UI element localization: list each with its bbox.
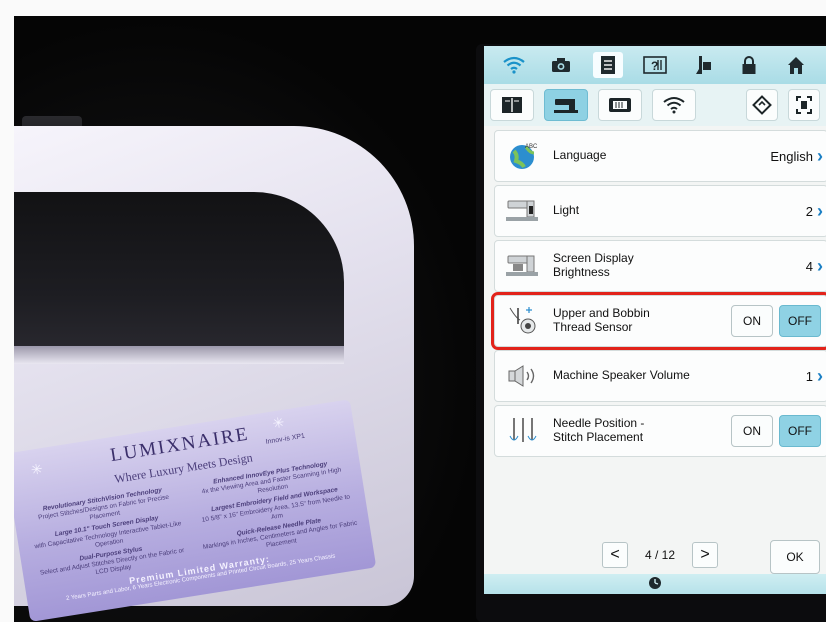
fullscreen-icon[interactable] <box>788 89 820 121</box>
settings-row-label: Machine Speaker Volume <box>553 368 690 383</box>
settings-row-value: 4 <box>805 258 813 274</box>
tab-embroidery-frame-icon[interactable] <box>598 89 642 121</box>
toggle-on-button[interactable]: ON <box>731 415 773 447</box>
svg-text:?: ? <box>651 59 658 73</box>
status-footer <box>484 574 826 594</box>
clock-icon[interactable] <box>648 576 662 593</box>
settings-row-label: Needle Position - Stitch Placement <box>553 416 645 444</box>
pager: < 4 / 12 > <box>602 542 718 568</box>
camera-icon[interactable] <box>546 52 576 78</box>
rotate-icon[interactable] <box>746 89 778 121</box>
next-page-button[interactable]: > <box>692 542 718 568</box>
tab-wifi-icon[interactable] <box>652 89 696 121</box>
speaker-icon <box>503 359 543 393</box>
settings-row[interactable]: ABC Language English › <box>494 130 826 182</box>
settings-row-label: Upper and Bobbin Thread Sensor <box>553 306 650 334</box>
chevron-right-icon[interactable]: › <box>817 366 823 387</box>
settings-row[interactable]: Machine Speaker Volume 1 › <box>494 350 826 402</box>
settings-list: ABC Language English › Light 2 › Screen Display… <box>491 130 826 460</box>
settings-row[interactable]: Light 2 › <box>494 185 826 237</box>
machine-light-icon <box>503 194 543 228</box>
thread-sensor-icon <box>503 304 543 338</box>
chevron-right-icon[interactable]: › <box>817 256 823 277</box>
touch-screen: ? ABC Language English › Light 2 › Scree… <box>484 46 826 594</box>
page-indicator: 4 / 12 <box>644 548 676 562</box>
chevron-right-icon[interactable]: › <box>817 146 823 167</box>
settings-tab-row <box>484 84 826 126</box>
sparkle-icon: ✳ <box>29 460 44 478</box>
machine-screen-icon <box>503 249 543 283</box>
svg-text:ABC: ABC <box>525 144 538 150</box>
sparkle-icon: ✳ <box>271 413 286 432</box>
settings-row-label: Language <box>553 148 607 163</box>
home-icon[interactable] <box>781 52 811 78</box>
chevron-right-icon[interactable]: › <box>817 201 823 222</box>
settings-row-value: 2 <box>805 203 813 219</box>
settings-row: Needle Position - Stitch Placement ON OFF <box>494 405 826 457</box>
toggle-off-button[interactable]: OFF <box>779 305 821 337</box>
wifi-icon[interactable] <box>499 52 529 78</box>
toggle-off-button[interactable]: OFF <box>779 415 821 447</box>
tab-sewing-machine-icon[interactable] <box>544 89 588 121</box>
machine-window <box>14 192 344 362</box>
machine-inner-edge <box>14 346 344 364</box>
toggle-on-button[interactable]: ON <box>731 305 773 337</box>
settings-row-value: English <box>770 148 813 164</box>
settings-row-label: Light <box>553 203 580 218</box>
document-icon[interactable] <box>592 52 623 78</box>
settings-row-label: Screen Display Brightness <box>553 251 634 279</box>
settings-row-value: 1 <box>805 368 813 384</box>
tab-book-icon[interactable] <box>490 89 534 121</box>
settings-row: Upper and Bobbin Thread Sensor ON OFF <box>491 292 826 350</box>
settings-row[interactable]: Screen Display Brightness 4 › <box>494 240 826 292</box>
lock-icon[interactable] <box>734 52 764 78</box>
globe-icon: ABC <box>503 139 543 173</box>
stylus-icon[interactable] <box>687 52 717 78</box>
top-toolbar: ? <box>484 46 826 84</box>
prev-page-button[interactable]: < <box>602 542 628 568</box>
needles-icon <box>503 414 543 448</box>
ok-button[interactable]: OK <box>770 540 820 574</box>
help-icon[interactable]: ? <box>640 52 670 78</box>
